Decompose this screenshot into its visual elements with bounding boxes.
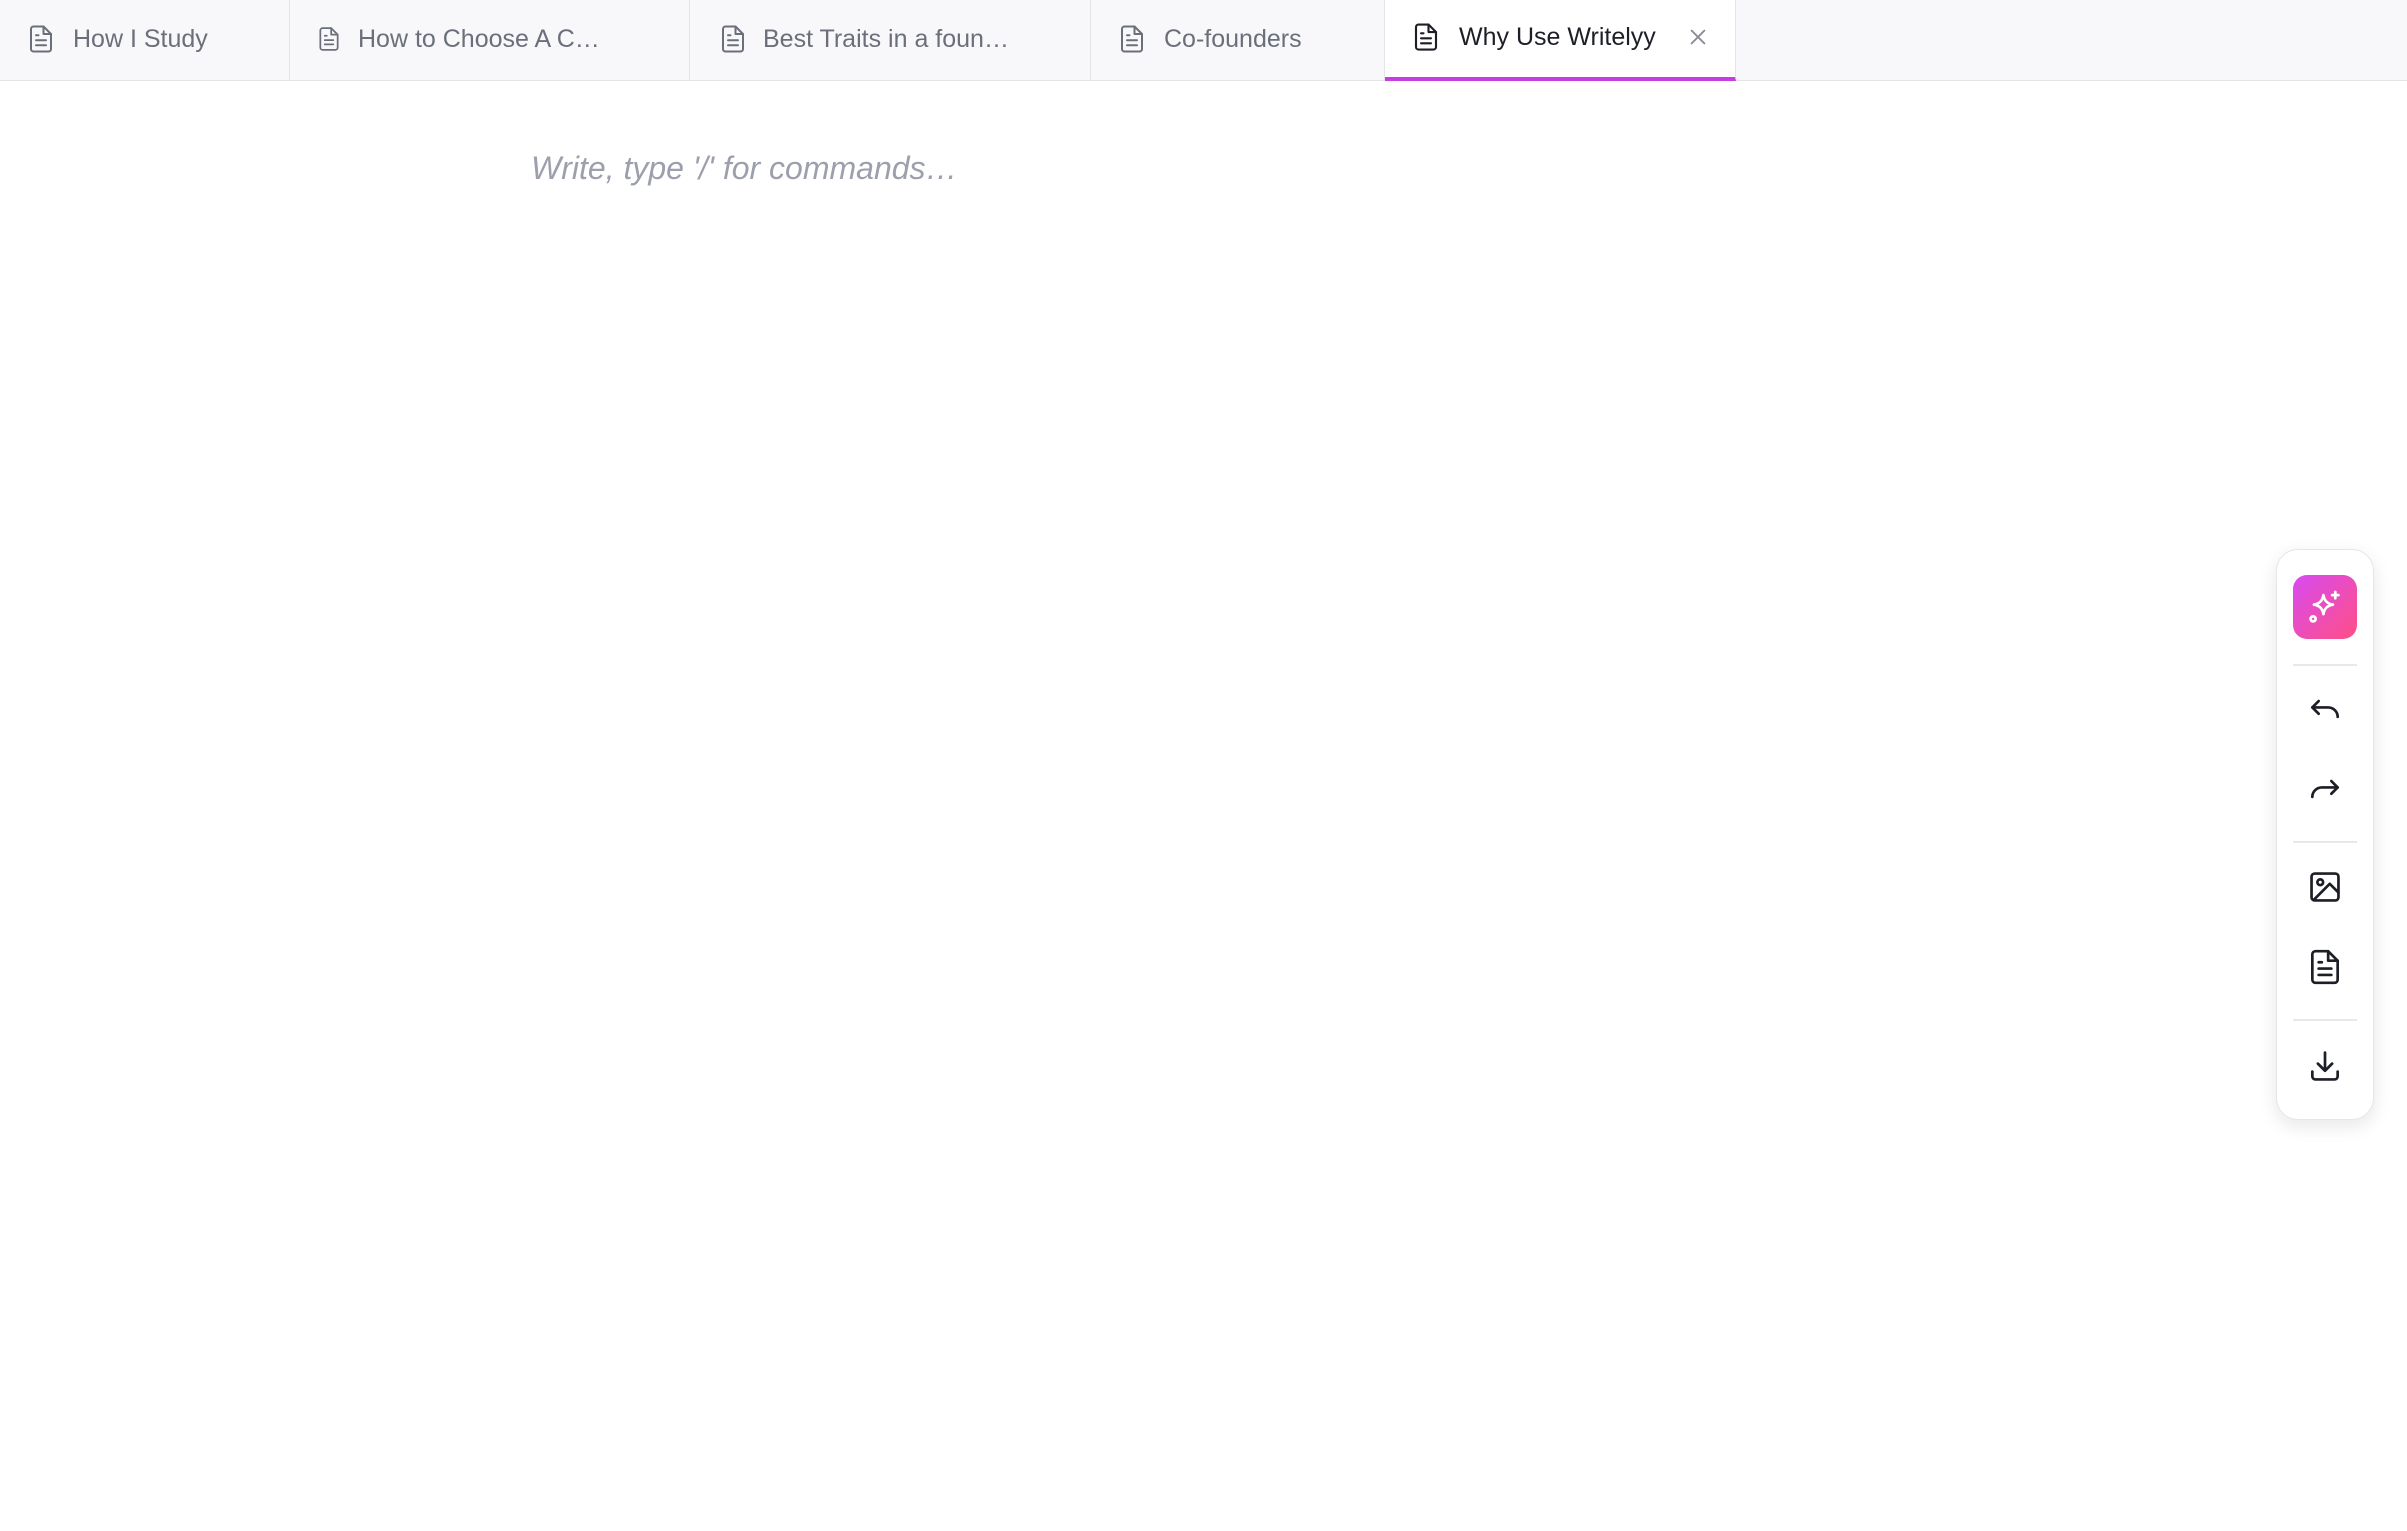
undo-icon xyxy=(2310,699,2340,719)
tab-how-i-study[interactable]: How I Study xyxy=(0,0,290,80)
toolbar-divider xyxy=(2293,1019,2357,1021)
tab-how-to-choose[interactable]: How to Choose A C… xyxy=(290,0,690,80)
image-icon xyxy=(2310,872,2340,902)
undo-button[interactable] xyxy=(2293,677,2357,741)
document-icon xyxy=(26,22,56,56)
document-icon xyxy=(2310,949,2340,985)
toolbar-divider xyxy=(2293,664,2357,666)
tab-label: How to Choose A C… xyxy=(358,25,600,53)
tab-why-use-writelyy[interactable]: Why Use Writelyy xyxy=(1385,0,1736,81)
tab-best-traits[interactable]: Best Traits in a foun… xyxy=(690,0,1091,80)
document-icon xyxy=(718,22,748,56)
editor-placeholder[interactable]: Write, type '/' for commands… xyxy=(531,148,958,188)
insert-image-button[interactable] xyxy=(2293,855,2357,919)
floating-toolbar xyxy=(2276,549,2374,1120)
tab-label: Why Use Writelyy xyxy=(1459,23,1656,51)
tab-bar: How I Study How to Choose A C… Best Trai… xyxy=(0,0,2407,81)
document-icon xyxy=(1117,22,1147,56)
tab-label: Co-founders xyxy=(1164,25,1302,53)
redo-button[interactable] xyxy=(2293,757,2357,821)
sparkles-icon xyxy=(2309,590,2340,623)
document-icon xyxy=(1411,20,1441,54)
download-button[interactable] xyxy=(2293,1034,2357,1098)
tab-co-founders[interactable]: Co-founders xyxy=(1091,0,1385,80)
close-tab-icon[interactable] xyxy=(1681,20,1715,54)
redo-icon xyxy=(2310,779,2340,799)
insert-document-button[interactable] xyxy=(2293,935,2357,999)
tab-label: How I Study xyxy=(73,25,208,53)
document-icon xyxy=(316,22,342,56)
tab-label: Best Traits in a foun… xyxy=(763,25,1009,53)
download-icon xyxy=(2310,1051,2340,1081)
toolbar-divider xyxy=(2293,841,2357,843)
ai-assistant-button[interactable] xyxy=(2293,575,2357,639)
